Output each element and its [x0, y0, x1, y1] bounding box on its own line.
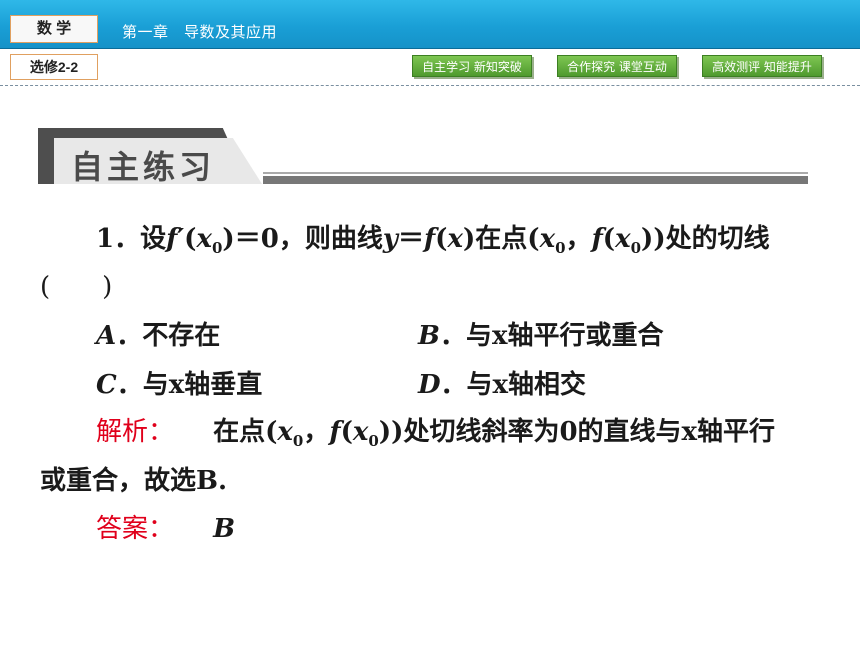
option-d: D．与x轴相交: [418, 370, 587, 400]
answer-value: B: [213, 514, 236, 544]
analysis-label: 解析：: [96, 417, 175, 447]
question-number: 1．: [96, 224, 141, 254]
section-rule: [263, 176, 808, 184]
formula-fprime: f′: [166, 224, 185, 254]
question-stem: 1．设f′(x0)＝0，则曲线y＝f(x)在点(x0，f(x0))处的切线: [96, 224, 770, 257]
answer-paren: ( ): [40, 272, 113, 302]
option-a: A．不存在: [96, 321, 221, 351]
nav-button-assessment[interactable]: 高效测评 知能提升: [702, 55, 822, 77]
section-rule-top: [263, 172, 808, 174]
chapter-title: 第一章 导数及其应用: [122, 23, 278, 41]
answer-line: 答案： B: [96, 508, 235, 545]
elective-label: 选修2-2: [10, 54, 98, 80]
analysis-line-2: 或重合，故选B.: [40, 466, 228, 496]
question-stem-text-a: 设: [140, 224, 167, 254]
analysis-line: 解析： 在点(x0，f(x0))处切线斜率为0的直线与x轴平行: [96, 417, 776, 450]
analysis-text-a: 在点: [213, 417, 266, 447]
question-stem-text-d: 处的切线: [665, 224, 770, 254]
option-b: B．与x轴平行或重合: [418, 321, 664, 351]
question-stem-text-c: 在点: [475, 224, 528, 254]
nav-button-cooperative[interactable]: 合作探究 课堂互动: [557, 55, 677, 77]
question-stem-text-b: ＝0，则曲线: [234, 224, 383, 254]
analysis-text-b: 处切线斜率为0的直线与x轴平行: [403, 417, 776, 447]
option-c: C．与x轴垂直: [96, 370, 263, 400]
header-dashed-divider: [0, 85, 860, 86]
nav-button-self-study[interactable]: 自主学习 新知突破: [412, 55, 532, 77]
subject-label: 数 学: [10, 15, 98, 43]
section-title: 自主练习: [71, 148, 216, 186]
section-heading: 自主练习: [38, 128, 808, 188]
header-divider: [0, 48, 860, 49]
answer-label: 答案：: [96, 514, 175, 544]
